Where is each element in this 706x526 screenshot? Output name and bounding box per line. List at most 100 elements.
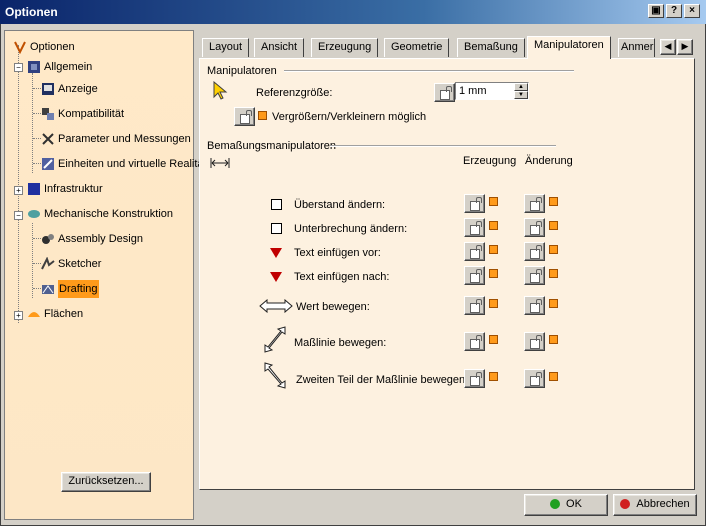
title-bar: Optionen ▣ ? × (0, 0, 706, 24)
tree-item-label: Anzeige (58, 83, 98, 95)
tree-guide-line (33, 88, 41, 89)
lock-button[interactable] (434, 83, 455, 102)
tree-item-mechanische-konstruktion[interactable]: Mechanische Konstruktion (27, 205, 173, 223)
creation-lock-button[interactable] (464, 369, 485, 388)
tree-item-kompatibilitaet[interactable]: Kompatibilität (41, 105, 124, 123)
modification-lock-button[interactable] (524, 296, 545, 315)
zoom-allowed-label: Vergrößern/Verkleinern möglich (272, 111, 427, 123)
collapse-icon[interactable]: − (14, 63, 23, 72)
diagonal-arrow-icon (262, 361, 288, 394)
tree-item-drafting[interactable]: Drafting (41, 280, 99, 298)
tree-item-label: Parameter und Messungen (58, 133, 191, 145)
modification-lock-button[interactable] (524, 242, 545, 261)
tree-item-einheiten[interactable]: Einheiten und virtuelle Realitä (41, 155, 204, 173)
assembly-icon (41, 232, 55, 246)
cancel-button[interactable]: Abbrechen (613, 494, 697, 516)
modification-lock-button[interactable] (524, 218, 545, 237)
lock-indicator-icon (549, 221, 558, 230)
spin-down-icon[interactable]: ▼ (514, 91, 528, 99)
ok-button[interactable]: OK (524, 494, 608, 516)
tab-geometrie[interactable]: Geometrie (384, 38, 450, 57)
lock-indicator-icon (549, 197, 558, 206)
spin-up-icon[interactable]: ▲ (514, 83, 528, 91)
sketcher-icon (41, 256, 55, 271)
manipulators-panel: Manipulatoren Referenzgröße: Vergrößern/… (199, 58, 695, 490)
tree-item-allgemein[interactable]: Allgemein (27, 58, 92, 76)
tree-guide-line (33, 163, 41, 164)
horizontal-arrow-icon (258, 298, 294, 316)
tree-item-label: Infrastruktur (44, 183, 103, 195)
row-label-move-dim-line: Maßlinie bewegen: (294, 337, 387, 349)
column-header-creation: Erzeugung (463, 155, 517, 167)
tree-item-flaechen[interactable]: Flächen (27, 305, 83, 323)
tree-item-parameter[interactable]: Parameter und Messungen (41, 130, 191, 148)
checkbox-icon (271, 223, 282, 234)
modification-lock-button[interactable] (524, 194, 545, 213)
ref-size-spinner[interactable]: 1 mm ▲ ▼ (455, 82, 529, 100)
tree-item-label: Kompatibilität (58, 108, 125, 120)
group-label-manipulators: Manipulatoren (207, 65, 277, 77)
row-label-move-second-part: Zweiten Teil der Maßlinie bewegen: (296, 374, 469, 386)
tree-guide-line (33, 288, 41, 289)
modification-lock-button[interactable] (524, 266, 545, 285)
expand-icon[interactable]: + (14, 186, 23, 195)
tree-item-assembly-design[interactable]: Assembly Design (41, 230, 143, 248)
creation-lock-button[interactable] (464, 332, 485, 351)
tree-item-optionen[interactable]: Optionen (13, 38, 75, 56)
ref-size-label: Referenzgröße: (256, 87, 333, 99)
tree-item-anzeige[interactable]: Anzeige (41, 80, 98, 98)
tree-guide-line (33, 113, 41, 114)
tree-item-sketcher[interactable]: Sketcher (41, 255, 101, 273)
creation-lock-button[interactable] (464, 242, 485, 261)
close-button[interactable]: × (684, 4, 700, 18)
tab-anmerkungen[interactable]: Anmer (618, 38, 655, 57)
tree-item-label: Mechanische Konstruktion (44, 208, 174, 220)
tree-item-infrastruktur[interactable]: Infrastruktur (27, 180, 103, 198)
creation-lock-button[interactable] (464, 266, 485, 285)
tab-scroll-left-icon[interactable]: ◀ (660, 39, 676, 55)
reset-button[interactable]: Zurücksetzen... (61, 472, 151, 492)
red-triangle-icon (270, 248, 282, 258)
options-icon (13, 40, 27, 55)
creation-lock-button[interactable] (464, 296, 485, 315)
lock-indicator-icon (549, 245, 558, 254)
compatibility-icon (41, 107, 55, 121)
group-divider (330, 145, 556, 147)
cancel-icon (620, 499, 631, 510)
lock-button[interactable] (234, 107, 255, 126)
tab-manipulatoren[interactable]: Manipulatoren (527, 36, 611, 59)
collapse-icon[interactable]: − (14, 211, 23, 220)
tree-item-label: Flächen (44, 308, 84, 320)
lock-indicator-icon (489, 299, 498, 308)
cancel-label: Abbrechen (636, 498, 690, 510)
window-title: Optionen (5, 5, 58, 19)
red-triangle-icon (270, 272, 282, 282)
tab-erzeugung[interactable]: Erzeugung (311, 38, 379, 57)
tree-guide-line (33, 263, 41, 264)
lock-indicator-icon (489, 372, 498, 381)
expand-icon[interactable]: + (14, 311, 23, 320)
creation-lock-button[interactable] (464, 194, 485, 213)
group-label-dimension-manipulators: Bemaßungsmanipulatoren (207, 140, 337, 152)
window-menu-button[interactable]: ▣ (648, 4, 664, 18)
infrastructure-icon (27, 182, 41, 196)
units-icon (41, 157, 55, 171)
tab-layout[interactable]: Layout (202, 38, 250, 57)
lock-indicator-icon (549, 269, 558, 278)
tree-item-label: Einheiten und virtuelle Realitä (58, 158, 204, 170)
row-label-overhang: Überstand ändern: (294, 199, 386, 211)
parameters-icon (41, 132, 55, 146)
group-divider (284, 70, 574, 72)
tree-item-label: Assembly Design (58, 233, 143, 245)
checkbox-icon (271, 199, 282, 210)
tab-ansicht[interactable]: Ansicht (254, 38, 305, 57)
dialog-body: Optionen − Allgemein Anzeige Kompatibili… (0, 24, 706, 526)
ref-size-value[interactable]: 1 mm (459, 85, 487, 97)
tab-bemassung[interactable]: Bemaßung (457, 38, 525, 57)
creation-lock-button[interactable] (464, 218, 485, 237)
lock-indicator-icon (489, 245, 498, 254)
modification-lock-button[interactable] (524, 369, 545, 388)
tab-scroll-right-icon[interactable]: ▶ (677, 39, 693, 55)
help-button[interactable]: ? (666, 4, 682, 18)
modification-lock-button[interactable] (524, 332, 545, 351)
